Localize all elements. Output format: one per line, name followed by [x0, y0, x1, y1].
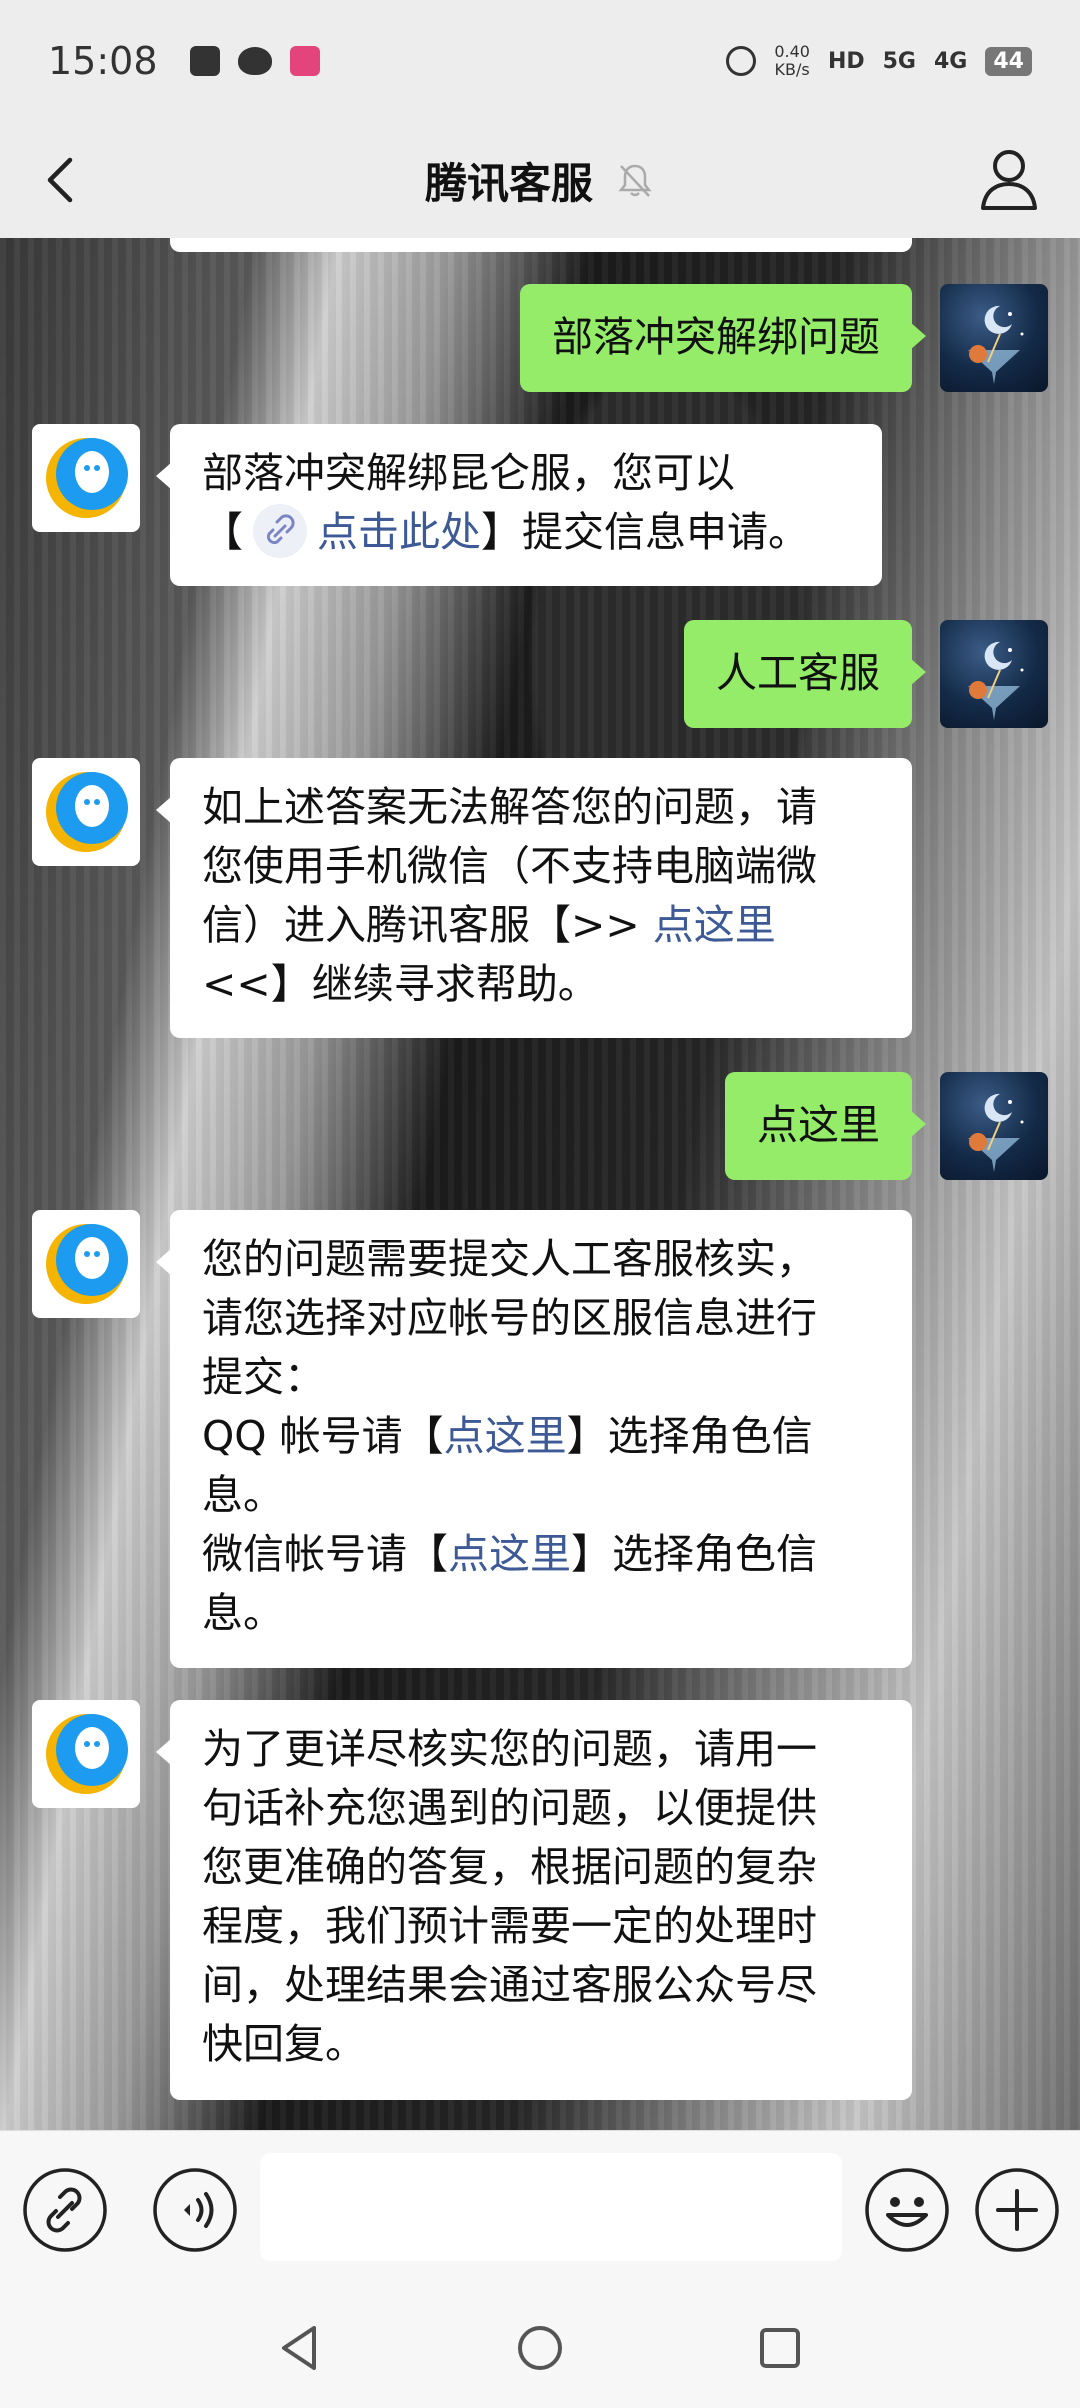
weibo-notification-icon: [237, 47, 272, 75]
my-message-bubble[interactable]: 人工客服: [684, 620, 926, 728]
chat-area[interactable]: 部落冲突解绑问题 部落冲突解绑昆仑服，您可以 【 点击此处】提交信息申请。 人工客…: [0, 238, 1080, 2130]
cocktail-moon-avatar-image: [968, 1093, 1024, 1172]
link-icon[interactable]: [22, 2167, 108, 2253]
bracket-text: 【: [202, 508, 243, 556]
message-line: <<】继续寻求帮助。: [202, 960, 599, 1008]
mute-bell-icon: [618, 164, 652, 197]
cocktail-moon-avatar-image: [968, 641, 1024, 720]
recents-square-icon[interactable]: [750, 2318, 810, 2378]
signal-sim1: 5G: [882, 48, 916, 74]
home-circle-icon[interactable]: [510, 2318, 570, 2378]
message-line: 快回复。: [202, 2020, 366, 2068]
status-bar: 15:08 0.40 KB/s HD 5G 4G 44: [0, 0, 1080, 122]
message-line: 部落冲突解绑昆仑服，您可以: [202, 449, 735, 497]
qq-click-here-link[interactable]: 点这里: [444, 1412, 567, 1460]
alarm-icon: [726, 46, 757, 76]
bot-message-bubble[interactable]: 如上述答案无法解答您的问题，请 您使用手机微信（不支持电脑端微 信）进入腾讯客服…: [156, 758, 912, 1038]
system-navigation-bar: [0, 2290, 1080, 2408]
message-text: 】选择角色信: [571, 1530, 817, 1578]
tencent-service-logo-icon: [46, 438, 128, 518]
my-avatar[interactable]: [940, 1072, 1048, 1180]
click-here-link[interactable]: 点这里: [653, 901, 776, 949]
message-line: 您更准确的答复，根据问题的复杂: [202, 1843, 817, 1891]
chat-header: 腾讯客服: [0, 122, 1080, 238]
message-line: 息。: [202, 1471, 284, 1519]
bot-avatar[interactable]: [32, 424, 140, 532]
plus-icon[interactable]: [974, 2167, 1060, 2253]
message-line: 如上述答案无法解答您的问题，请: [202, 783, 817, 831]
battery-indicator: 44: [985, 46, 1032, 76]
back-arrow-icon[interactable]: [34, 150, 94, 210]
message-line: 为了更详尽核实您的问题，请用一: [202, 1725, 817, 1773]
bot-avatar[interactable]: [32, 1700, 140, 1808]
bot-message-bubble[interactable]: 为了更详尽核实您的问题，请用一 句话补充您遇到的问题，以便提供 您更准确的答复，…: [156, 1700, 912, 2100]
message-line: 您的问题需要提交人工客服核实，: [202, 1235, 817, 1283]
profile-icon[interactable]: [978, 146, 1040, 212]
link-icon: [253, 504, 307, 558]
bot-message-bubble[interactable]: 部落冲突解绑昆仑服，您可以 【 点击此处】提交信息申请。: [156, 424, 882, 586]
message-line: QQ 帐号请【点这里】选择角色信: [202, 1407, 880, 1466]
cocktail-moon-avatar-image: [968, 305, 1024, 384]
message-text: QQ 帐号请【: [202, 1412, 444, 1460]
network-speed-unit: KB/s: [774, 60, 810, 79]
message-text: 人工客服: [716, 649, 880, 697]
message-line: 句话补充您遇到的问题，以便提供: [202, 1784, 817, 1832]
message-line: 程度，我们预计需要一定的处理时: [202, 1902, 817, 1950]
tencent-service-logo-icon: [46, 1714, 128, 1794]
previous-message-edge: [170, 238, 912, 252]
message-text: 】提交信息申请。: [481, 508, 809, 556]
message-line: 您使用手机微信（不支持电脑端微: [202, 842, 817, 890]
message-input[interactable]: [260, 2153, 842, 2261]
click-here-link[interactable]: 点击此处: [317, 508, 481, 556]
hd-indicator: HD: [827, 48, 865, 74]
my-avatar[interactable]: [940, 620, 1048, 728]
tencent-service-logo-icon: [46, 772, 128, 852]
emoji-icon[interactable]: [864, 2167, 950, 2253]
message-text: 信）进入腾讯客服【>>: [202, 901, 653, 949]
message-line: 【 点击此处】提交信息申请。: [202, 503, 850, 562]
bot-message-bubble[interactable]: 您的问题需要提交人工客服核实， 请您选择对应帐号的区服信息进行 提交： QQ 帐…: [156, 1210, 912, 1668]
app-notification-icon: [289, 46, 320, 76]
back-triangle-icon[interactable]: [270, 2318, 330, 2378]
message-line: 息。: [202, 1589, 284, 1637]
message-text: 点这里: [757, 1101, 880, 1149]
voice-icon[interactable]: [152, 2167, 238, 2253]
input-bar: [0, 2130, 1080, 2290]
message-line: 信）进入腾讯客服【>> 点这里: [202, 896, 880, 955]
my-message-bubble[interactable]: 部落冲突解绑问题: [520, 284, 926, 392]
my-avatar[interactable]: [940, 284, 1048, 392]
my-message-bubble[interactable]: 点这里: [725, 1072, 926, 1180]
message-text: 】选择角色信: [566, 1412, 813, 1460]
network-speed: 0.40 KB/s: [774, 43, 810, 79]
bot-avatar[interactable]: [32, 758, 140, 866]
bot-avatar[interactable]: [32, 1210, 140, 1318]
message-line: 间，处理结果会通过客服公众号尽: [202, 1961, 817, 2009]
message-notification-icon: [189, 46, 220, 76]
tencent-service-logo-icon: [46, 1224, 128, 1304]
message-line: 提交：: [202, 1353, 325, 1401]
signal-sim2: 4G: [934, 48, 968, 74]
message-text: 部落冲突解绑问题: [552, 313, 880, 361]
message-line: 请您选择对应帐号的区服信息进行: [202, 1294, 817, 1342]
status-time: 15:08: [48, 39, 158, 83]
chat-title: 腾讯客服: [424, 158, 593, 208]
message-line: 微信帐号请【点这里】选择角色信: [202, 1525, 880, 1584]
message-text: 微信帐号请【: [202, 1530, 448, 1578]
wechat-click-here-link[interactable]: 点这里: [448, 1530, 571, 1578]
network-speed-value: 0.40: [774, 42, 810, 61]
